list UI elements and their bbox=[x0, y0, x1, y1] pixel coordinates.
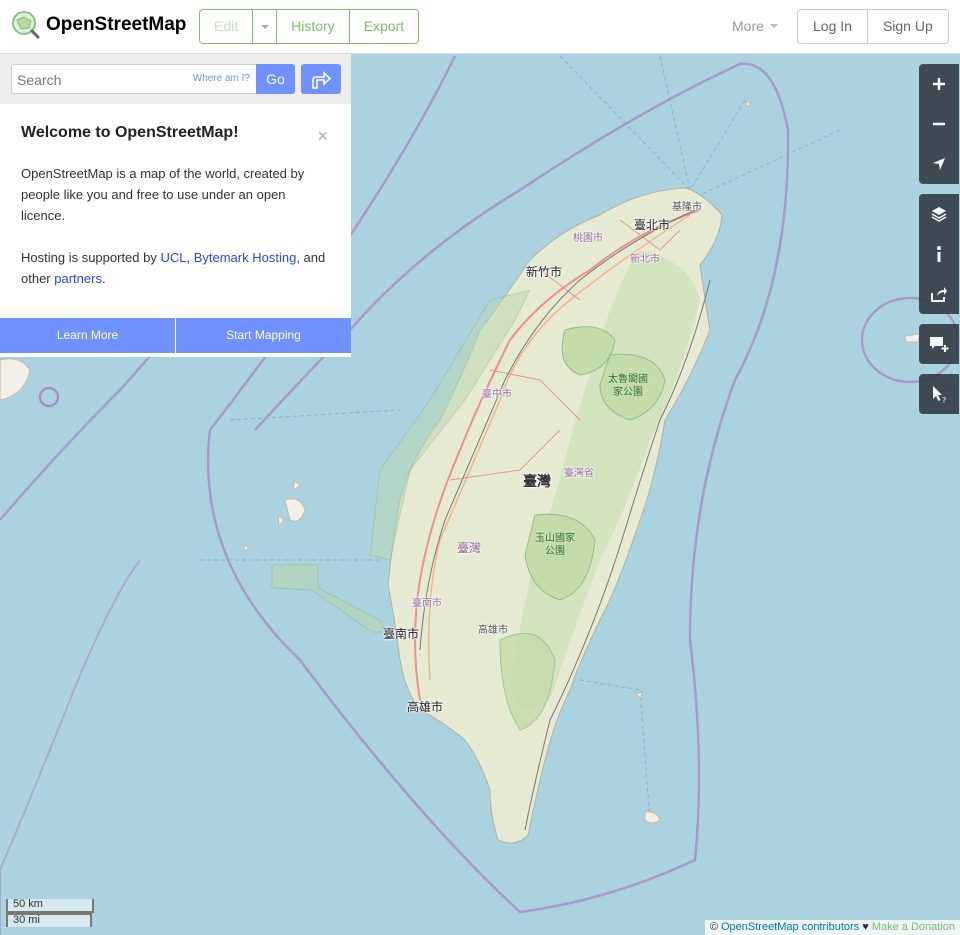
query-cursor-icon: ? bbox=[933, 386, 946, 404]
edit-button[interactable]: Edit bbox=[200, 10, 254, 43]
history-button[interactable]: History bbox=[277, 10, 350, 43]
svg-text:?: ? bbox=[942, 396, 946, 404]
search-bar: Search Where am I? Go bbox=[0, 54, 351, 104]
partners-link[interactable]: partners bbox=[54, 271, 102, 286]
panel-controls bbox=[919, 194, 959, 314]
map-label-kaohsiung-minor: 高雄市 bbox=[478, 625, 508, 636]
sidebar: Search Where am I? Go Welcome to OpenStr… bbox=[0, 54, 351, 357]
bytemark-link[interactable]: Bytemark Hosting bbox=[194, 250, 297, 265]
map-label-hsinchu: 新竹市 bbox=[526, 265, 563, 279]
map-label-keelung: 基隆市 bbox=[672, 202, 702, 213]
note-controls bbox=[919, 324, 959, 364]
learn-more-button[interactable]: Learn More bbox=[0, 318, 176, 353]
site-name: OpenStreetMap bbox=[46, 14, 187, 35]
map-scale: 50 km 30 mi bbox=[6, 899, 94, 927]
add-note-icon bbox=[930, 337, 949, 352]
go-button[interactable]: Go bbox=[256, 64, 295, 94]
zoom-in-button[interactable] bbox=[919, 64, 959, 104]
chevron-down-icon bbox=[769, 24, 778, 28]
welcome-title: Welcome to OpenStreetMap! bbox=[21, 124, 239, 141]
info-icon bbox=[937, 246, 941, 262]
primary-nav: Edit History Export bbox=[199, 9, 420, 44]
signup-button[interactable]: Sign Up bbox=[868, 10, 948, 43]
map-label-yushan-park: 玉山國家 公園 bbox=[535, 533, 575, 557]
scale-mi: 30 mi bbox=[6, 913, 92, 927]
osm-logo-icon bbox=[12, 11, 41, 40]
osm-contributors-link[interactable]: OpenStreetMap contributors bbox=[721, 921, 859, 933]
map-label-taipei: 臺北市 bbox=[634, 218, 671, 232]
query-controls: ? bbox=[919, 374, 959, 414]
map-label-tainan-minor: 臺南市 bbox=[412, 598, 442, 609]
top-header: OpenStreetMap Edit History Export More L… bbox=[0, 0, 960, 54]
share-button[interactable] bbox=[919, 274, 959, 314]
map-label-taichung: 臺中市 bbox=[482, 389, 512, 400]
zoom-controls bbox=[919, 64, 959, 184]
map-label-tainan: 臺南市 bbox=[383, 627, 420, 641]
auth-buttons: Log In Sign Up bbox=[797, 9, 949, 44]
map-label-kaohsiung: 高雄市 bbox=[407, 700, 444, 714]
query-features-button[interactable]: ? bbox=[919, 374, 959, 414]
layers-button[interactable] bbox=[919, 194, 959, 234]
more-label: More bbox=[732, 18, 764, 34]
zoom-out-button[interactable] bbox=[919, 104, 959, 144]
map-label-taiwan: 臺灣 bbox=[523, 474, 551, 490]
attribution: © OpenStreetMap contributors ♥ Make a Do… bbox=[704, 920, 960, 935]
where-am-i-link[interactable]: Where am I? bbox=[193, 73, 250, 84]
locate-arrow-icon bbox=[933, 158, 945, 170]
directions-icon bbox=[312, 71, 332, 89]
welcome-actions: Learn More Start Mapping bbox=[0, 318, 351, 353]
welcome-intro: OpenStreetMap is a map of the world, cre… bbox=[21, 166, 305, 223]
donate-link[interactable]: Make a Donation bbox=[872, 921, 955, 933]
scale-km: 50 km bbox=[6, 899, 94, 913]
map-label-taroko-park: 太魯閣國 家公園 bbox=[608, 374, 648, 398]
map-label-taiwan-west: 臺灣 bbox=[457, 541, 482, 555]
welcome-panel: Welcome to OpenStreetMap! × OpenStreetMa… bbox=[0, 104, 351, 310]
plus-icon bbox=[933, 78, 945, 90]
locate-button[interactable] bbox=[919, 144, 959, 184]
minus-icon bbox=[933, 122, 945, 126]
map-label-taoyuan: 桃園市 bbox=[573, 233, 603, 244]
chevron-down-icon bbox=[260, 24, 269, 29]
site-logo[interactable]: OpenStreetMap bbox=[11, 10, 186, 40]
search-placeholder: Search bbox=[17, 72, 62, 88]
close-icon[interactable]: × bbox=[317, 126, 328, 147]
more-menu[interactable]: More bbox=[732, 18, 778, 34]
export-button[interactable]: Export bbox=[349, 10, 419, 43]
map-key-button[interactable] bbox=[919, 234, 959, 274]
hosting-text: Hosting is supported by UCL, Bytemark Ho… bbox=[21, 250, 326, 286]
share-icon bbox=[931, 287, 947, 302]
edit-dropdown-button[interactable] bbox=[253, 10, 278, 43]
ucl-link[interactable]: UCL bbox=[160, 250, 186, 265]
start-mapping-button[interactable]: Start Mapping bbox=[176, 318, 351, 353]
layers-icon bbox=[931, 207, 947, 222]
search-input[interactable]: Search Where am I? bbox=[11, 64, 257, 94]
directions-button[interactable] bbox=[301, 64, 341, 94]
login-button[interactable]: Log In bbox=[798, 10, 868, 43]
add-note-button[interactable] bbox=[919, 324, 959, 364]
map-label-taiwan-province: 臺灣省 bbox=[564, 468, 594, 479]
map-controls: ? bbox=[919, 64, 959, 424]
map-label-new-taipei: 新北市 bbox=[630, 254, 660, 265]
